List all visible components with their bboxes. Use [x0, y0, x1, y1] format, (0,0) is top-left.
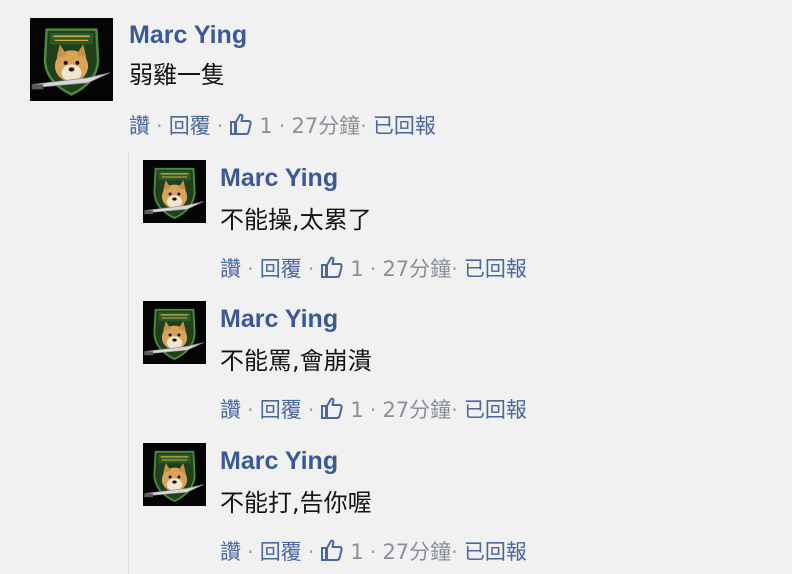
reply-actions: 讚 · 回覆 · 1 · 27分鐘· 已回報 — [220, 538, 527, 565]
reply-text: 不能打,告你喔 — [220, 489, 372, 517]
comment-text: 弱雞一隻 — [129, 61, 225, 89]
comment-author[interactable]: Marc Ying — [129, 20, 247, 50]
separator: · — [451, 398, 458, 422]
like-count: 1 — [350, 398, 364, 422]
like-link[interactable]: 讚 — [220, 398, 241, 422]
separator: · — [369, 398, 377, 422]
reply-text: 不能操,太累了 — [220, 206, 372, 234]
report-status[interactable]: 已回報 — [464, 540, 527, 564]
fox-hound-doge-emblem-icon — [143, 301, 206, 364]
reply-author[interactable]: Marc Ying — [220, 163, 372, 193]
timestamp[interactable]: 27分鐘 — [382, 398, 451, 422]
reply-actions: 讚 · 回覆 · 1 · 27分鐘· 已回報 — [220, 396, 527, 423]
comment-actions: 讚 · 回覆 · 1 · 27分鐘· 已回報 — [129, 112, 436, 139]
like-count: 1 — [259, 114, 273, 138]
avatar[interactable] — [143, 160, 206, 223]
like-link[interactable]: 讚 — [220, 257, 241, 281]
reply-author[interactable]: Marc Ying — [220, 304, 372, 334]
reply-author[interactable]: Marc Ying — [220, 446, 372, 476]
separator: · — [451, 540, 458, 564]
timestamp[interactable]: 27分鐘 — [382, 540, 451, 564]
separator: · — [451, 257, 458, 281]
report-status[interactable]: 已回報 — [464, 257, 527, 281]
like-count: 1 — [350, 540, 364, 564]
report-status[interactable]: 已回報 — [464, 398, 527, 422]
reply-link[interactable]: 回覆 — [260, 540, 302, 564]
thumbs-up-icon[interactable] — [320, 255, 344, 279]
report-status[interactable]: 已回報 — [373, 114, 436, 138]
separator: · — [247, 257, 254, 281]
reply-actions: 讚 · 回覆 · 1 · 27分鐘· 已回報 — [220, 255, 527, 282]
separator: · — [307, 540, 315, 564]
fox-hound-doge-emblem-icon — [143, 443, 206, 506]
timestamp[interactable]: 27分鐘 — [382, 257, 451, 281]
separator: · — [360, 114, 367, 138]
separator: · — [307, 257, 315, 281]
avatar[interactable] — [143, 301, 206, 364]
reply-link[interactable]: 回覆 — [169, 114, 211, 138]
thumbs-up-icon[interactable] — [320, 396, 344, 420]
avatar[interactable] — [30, 18, 113, 101]
thumbs-up-icon[interactable] — [229, 112, 253, 136]
like-link[interactable]: 讚 — [220, 540, 241, 564]
separator: · — [307, 398, 315, 422]
separator: · — [216, 114, 224, 138]
fox-hound-doge-emblem-icon — [30, 18, 113, 101]
reply-link[interactable]: 回覆 — [260, 398, 302, 422]
like-link[interactable]: 讚 — [129, 114, 150, 138]
separator: · — [278, 114, 286, 138]
separator: · — [156, 114, 163, 138]
like-count: 1 — [350, 257, 364, 281]
thumbs-up-icon[interactable] — [320, 538, 344, 562]
fox-hound-doge-emblem-icon — [143, 160, 206, 223]
reply-text: 不能罵,會崩潰 — [220, 347, 372, 375]
reply-thread-line — [128, 152, 129, 574]
avatar[interactable] — [143, 443, 206, 506]
separator: · — [369, 540, 377, 564]
separator: · — [247, 540, 254, 564]
timestamp[interactable]: 27分鐘 — [291, 114, 360, 138]
separator: · — [247, 398, 254, 422]
reply-link[interactable]: 回覆 — [260, 257, 302, 281]
separator: · — [369, 257, 377, 281]
